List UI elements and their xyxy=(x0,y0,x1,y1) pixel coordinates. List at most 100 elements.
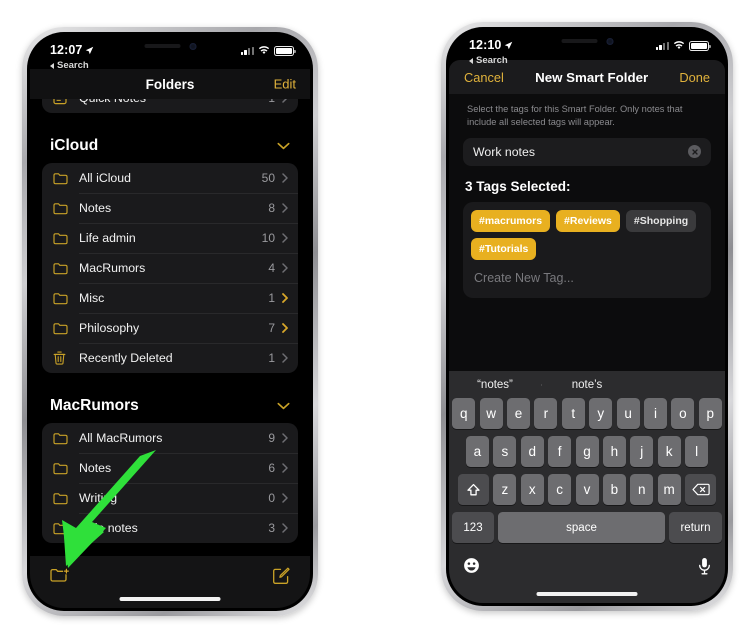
table-row-count: 0 xyxy=(268,491,275,505)
key-a[interactable]: a xyxy=(465,436,489,467)
chevron-right-icon xyxy=(282,263,288,273)
chevron-down-icon[interactable] xyxy=(277,142,290,150)
key-u[interactable]: u xyxy=(616,398,640,429)
section-header-icloud[interactable]: iCloud xyxy=(30,129,310,163)
home-indicator-left xyxy=(119,597,221,601)
create-new-tag-input[interactable]: Create New Tag... xyxy=(471,260,703,294)
notch-right xyxy=(535,30,639,52)
tags-selected-heading: 3 Tags Selected: xyxy=(465,178,571,194)
key-r[interactable]: r xyxy=(534,398,558,429)
list-item-label: Quick Notes xyxy=(72,99,268,105)
phone-bezel-left: 12:07 Search Folders Edit iCloud All iCl… xyxy=(27,32,313,611)
key-o[interactable]: o xyxy=(671,398,695,429)
cancel-button[interactable]: Cancel xyxy=(464,70,504,85)
tag-chip-macrumors[interactable]: #macrumors xyxy=(471,209,551,232)
folder-name-field[interactable]: Work notes xyxy=(463,137,711,166)
chevron-right-icon xyxy=(282,173,288,183)
numbers-key[interactable]: 123 xyxy=(452,512,494,543)
chevron-right-icon xyxy=(282,433,288,443)
back-to-search-link[interactable]: Search xyxy=(50,60,89,71)
key-j[interactable]: j xyxy=(630,436,654,467)
table-row[interactable]: Notes 8 xyxy=(42,193,298,223)
key-m[interactable]: m xyxy=(657,474,681,505)
back-to-search-link[interactable]: Search xyxy=(469,55,508,66)
key-h[interactable]: h xyxy=(602,436,626,467)
return-key[interactable]: return xyxy=(669,512,722,543)
key-d[interactable]: d xyxy=(520,436,544,467)
shift-icon[interactable] xyxy=(457,474,489,505)
key-n[interactable]: n xyxy=(630,474,654,505)
table-row-recently-deleted[interactable]: Recently Deleted 1 xyxy=(42,343,298,373)
table-row[interactable]: Misc 1 xyxy=(42,283,298,313)
key-y[interactable]: y xyxy=(589,398,613,429)
back-triangle-icon xyxy=(469,57,473,64)
folder-icon xyxy=(53,432,72,445)
table-row-label: style notes xyxy=(79,521,138,535)
key-i[interactable]: i xyxy=(643,398,667,429)
iphone-right-new-smart-folder: 12:10 Search Cancel New Smart Folder Don… xyxy=(441,22,733,611)
chevron-down-icon[interactable] xyxy=(277,402,290,410)
key-l[interactable]: l xyxy=(685,436,709,467)
key-f[interactable]: f xyxy=(548,436,572,467)
list-item-quick-notes[interactable]: Quick Notes 1 xyxy=(42,99,298,113)
section-title: MacRumors xyxy=(50,397,139,414)
tag-chip-tutorials[interactable]: #Tutorials xyxy=(471,237,537,260)
table-row[interactable]: style notes 3 xyxy=(42,513,298,543)
table-row[interactable]: All MacRumors 9 xyxy=(42,423,298,453)
folders-scroll-view[interactable]: Quick Notes 1 iCloud xyxy=(30,99,310,556)
space-key[interactable]: space xyxy=(498,512,665,543)
chevron-right-icon xyxy=(282,233,288,243)
new-smart-folder-screen: 12:10 Search Cancel New Smart Folder Don… xyxy=(449,30,725,603)
folder-icon xyxy=(53,322,72,335)
cellular-signal-icon xyxy=(655,41,669,51)
table-row-label: MacRumors xyxy=(79,261,146,275)
chevron-right-icon xyxy=(282,463,288,473)
new-folder-icon[interactable] xyxy=(50,567,71,590)
folder-icon xyxy=(53,202,72,215)
table-row[interactable]: MacRumors 4 xyxy=(42,253,298,283)
folder-icon xyxy=(53,462,72,475)
table-row[interactable]: Life admin 10 xyxy=(42,223,298,253)
edit-button[interactable]: Edit xyxy=(274,77,296,92)
location-arrow-icon xyxy=(86,46,94,54)
key-w[interactable]: w xyxy=(479,398,503,429)
notch-left xyxy=(118,35,222,57)
key-t[interactable]: t xyxy=(561,398,585,429)
table-row-count: 1 xyxy=(268,291,275,305)
chevron-right-icon xyxy=(282,493,288,503)
microphone-icon[interactable] xyxy=(698,557,711,580)
key-p[interactable]: p xyxy=(698,398,722,429)
key-c[interactable]: c xyxy=(548,474,572,505)
wifi-icon xyxy=(258,46,270,55)
section-header-macrumors[interactable]: MacRumors xyxy=(30,389,310,423)
done-button[interactable]: Done xyxy=(679,70,710,85)
key-e[interactable]: e xyxy=(507,398,531,429)
key-b[interactable]: b xyxy=(602,474,626,505)
backspace-icon[interactable] xyxy=(685,474,717,505)
key-v[interactable]: v xyxy=(575,474,599,505)
wifi-icon xyxy=(673,41,685,50)
key-k[interactable]: k xyxy=(657,436,681,467)
table-row[interactable]: All iCloud 50 xyxy=(42,163,298,193)
key-z[interactable]: z xyxy=(493,474,517,505)
key-q[interactable]: q xyxy=(452,398,476,429)
key-s[interactable]: s xyxy=(493,436,517,467)
compose-note-icon[interactable] xyxy=(272,567,290,590)
status-left-group: 12:10 xyxy=(469,38,513,52)
table-row-label: All iCloud xyxy=(79,171,131,185)
key-g[interactable]: g xyxy=(575,436,599,467)
table-row[interactable]: Notes 6 xyxy=(42,453,298,483)
folder-icon xyxy=(53,262,72,275)
prediction-2[interactable]: note’s xyxy=(541,379,633,391)
prediction-1[interactable]: “notes” xyxy=(449,379,541,391)
tag-chip-shopping[interactable]: #Shopping xyxy=(625,209,697,232)
macrumors-folder-group: All MacRumors 9 Notes 6 Writing 0 style … xyxy=(42,423,298,543)
emoji-icon[interactable] xyxy=(463,557,480,579)
back-link-label: Search xyxy=(476,55,508,66)
clear-circle-icon[interactable] xyxy=(688,145,701,159)
section-title: iCloud xyxy=(50,137,99,154)
table-row[interactable]: Philosophy 7 xyxy=(42,313,298,343)
tag-chip-reviews[interactable]: #Reviews xyxy=(556,209,620,232)
key-x[interactable]: x xyxy=(520,474,544,505)
table-row[interactable]: Writing 0 xyxy=(42,483,298,513)
